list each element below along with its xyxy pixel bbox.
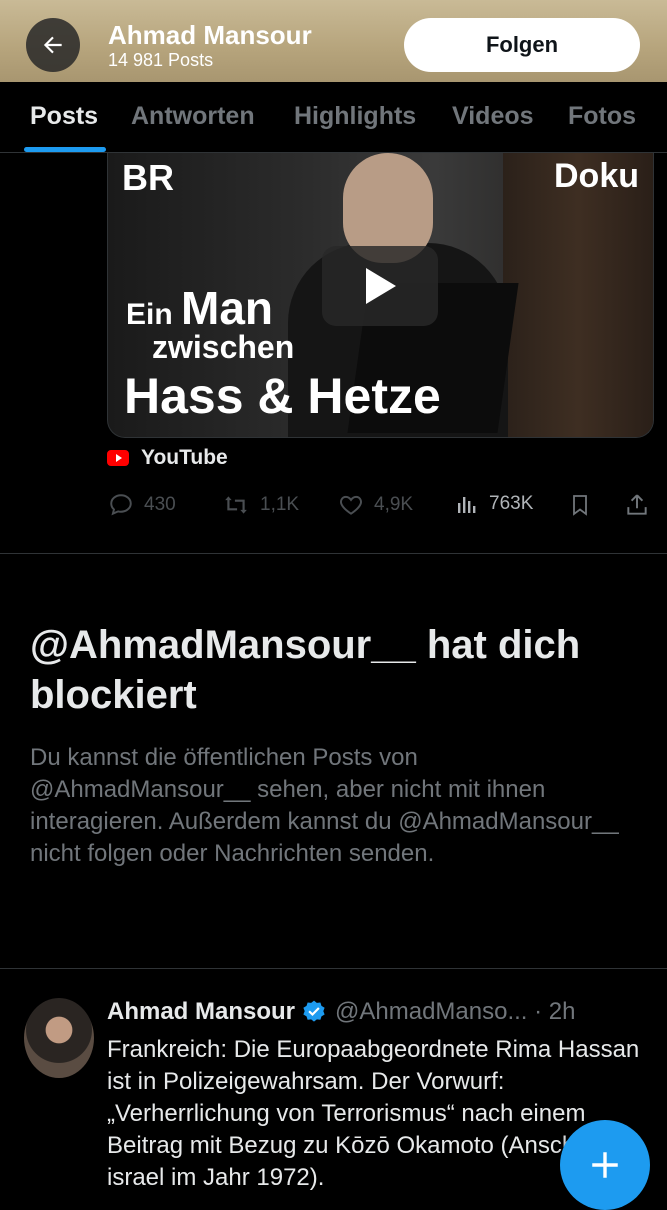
share-button[interactable] — [624, 492, 650, 518]
reply-count: 430 — [144, 494, 176, 515]
blocked-title: @AhmadMansour__ hat dich blockiert — [30, 623, 581, 717]
video-title-line1-big: Man — [181, 282, 274, 334]
views-chart-icon — [458, 497, 476, 513]
divider — [0, 968, 667, 969]
repost-icon — [225, 496, 247, 514]
tab-videos[interactable]: Videos — [452, 102, 534, 131]
bookmark-button[interactable] — [568, 492, 592, 518]
compose-button[interactable] — [560, 1120, 650, 1210]
doku-label: Doku — [554, 157, 639, 195]
post-action-bar: 430 1,1K 4,9K 763K — [0, 492, 667, 526]
plus-icon — [592, 1152, 618, 1178]
profile-name: Ahmad Mansour — [108, 20, 312, 50]
views-button[interactable]: 763K — [455, 492, 533, 516]
arrow-left-icon — [43, 36, 62, 54]
video-source-label: YouTube — [141, 446, 228, 469]
reply-button[interactable]: 430 — [108, 492, 176, 518]
tab-posts[interactable]: Posts — [30, 102, 98, 131]
back-button[interactable] — [26, 18, 80, 72]
video-title-line3: Hass & Hetze — [124, 368, 441, 424]
like-count: 4,9K — [374, 494, 414, 515]
avatar[interactable] — [24, 998, 94, 1078]
divider — [0, 553, 667, 554]
video-title-line1-small: Ein — [126, 298, 182, 331]
tab-fotos[interactable]: Fotos — [568, 102, 636, 131]
views-count: 763K — [489, 493, 534, 514]
share-icon — [627, 494, 647, 515]
youtube-icon — [107, 450, 129, 466]
tweet-header: Ahmad Mansour @AhmadManso... · 2h — [107, 998, 575, 1026]
like-button[interactable]: 4,9K — [338, 492, 413, 518]
profile-tabs: Posts Antworten Highlights Videos Fotos — [0, 82, 667, 153]
play-icon — [366, 268, 396, 304]
video-source[interactable]: YouTube — [107, 446, 228, 470]
repost-count: 1,1K — [260, 494, 300, 515]
tab-antworten[interactable]: Antworten — [131, 102, 255, 131]
tab-highlights[interactable]: Highlights — [294, 102, 416, 131]
tweet-author[interactable]: Ahmad Mansour — [107, 998, 295, 1026]
heart-icon — [340, 495, 362, 515]
active-tab-indicator — [24, 147, 106, 152]
play-button[interactable] — [322, 246, 438, 326]
reply-icon — [110, 494, 132, 516]
posts-count: 14 981 Posts — [108, 50, 214, 70]
follow-button[interactable]: Folgen — [404, 18, 640, 72]
tweet-handle-time: @AhmadManso... · 2h — [335, 998, 576, 1025]
br-logo: BR — [122, 157, 174, 198]
bookmark-icon — [573, 495, 587, 516]
video-thumbnail[interactable]: BR Doku Ein Man zwischen Hass & Hetze — [107, 153, 654, 438]
video-title-line1: Ein Man — [126, 281, 273, 335]
verified-badge-icon — [303, 1000, 325, 1022]
video-title-line2: zwischen — [152, 329, 295, 365]
repost-button[interactable]: 1,1K — [222, 492, 299, 518]
blocked-description: Du kannst die öffentlichen Posts von @Ah… — [30, 744, 619, 867]
profile-header: Ahmad Mansour 14 981 Posts Folgen — [0, 0, 667, 82]
